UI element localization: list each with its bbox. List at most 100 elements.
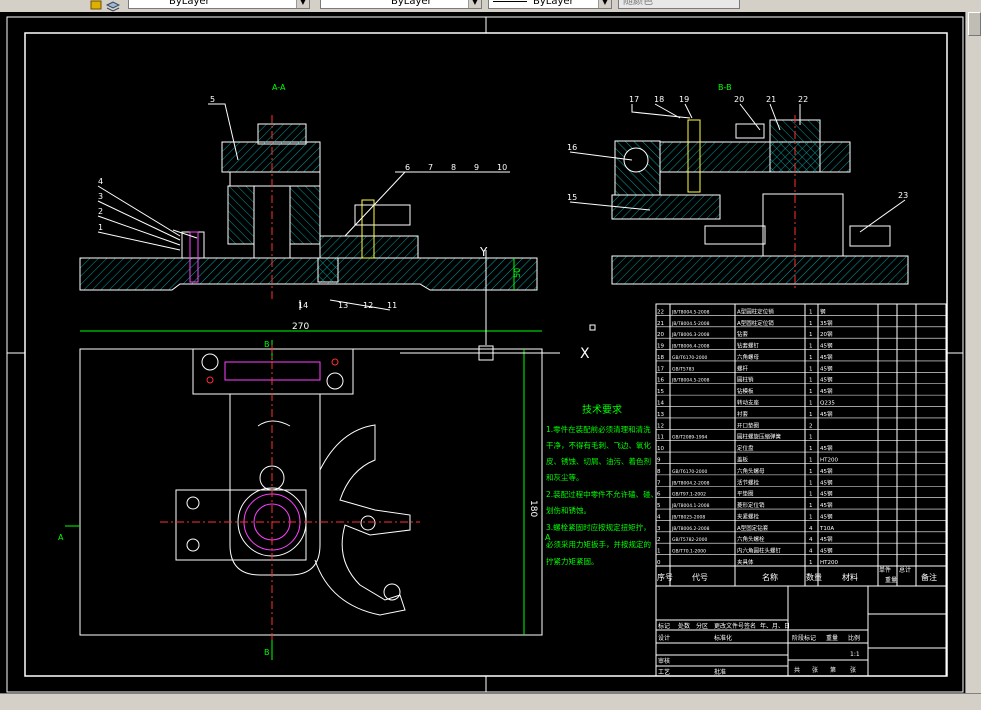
bom-cell: 20钢 <box>820 330 833 338</box>
bom-cell: 7 <box>657 480 661 486</box>
a-spring <box>317 257 339 283</box>
bom-h-code: 代号 <box>692 572 708 582</box>
tech-title: 技术要求 <box>582 403 622 416</box>
bom-cell: JB/T8006.4-2008 <box>671 344 710 350</box>
bom-cell: A型圆柱定位销 <box>737 319 774 327</box>
callout-18: 18 <box>654 95 664 104</box>
bom-cell: JB/T8004.1-2008 <box>671 503 710 509</box>
bom-cell: 18 <box>657 355 664 361</box>
lineweight-combo[interactable]: ByLayer ▼ <box>488 0 612 9</box>
callout-23: 23 <box>898 191 908 200</box>
tb-scale-value: 1:1 <box>850 651 860 658</box>
b-screw-head <box>735 123 765 139</box>
bom-h-no: 序号 <box>657 572 673 582</box>
bom-cell: 13 <box>657 412 664 418</box>
bom-cell: 夹紧螺栓 <box>737 512 760 520</box>
bom-cell: 9 <box>657 457 661 463</box>
tb-standard: 标准化 <box>714 634 732 642</box>
tb-process: 工艺 <box>658 668 670 676</box>
bom-cell: A型固定钻套 <box>737 524 769 532</box>
bom-cell: 活节螺栓 <box>737 478 760 486</box>
hole-tl <box>201 353 219 371</box>
bom-cell: 钢 <box>820 307 826 315</box>
bom-cell: 45钢 <box>820 478 833 486</box>
b-right-pin <box>849 225 891 247</box>
section-b-marker-top: B <box>264 340 270 349</box>
bom-cell: 5 <box>657 503 661 509</box>
bom-cell: 盖板 <box>737 455 749 463</box>
clamp-lever <box>257 420 291 427</box>
section-a-view: A-A 5 4 3 2 1 6 7 8 9 10 14 13 12 11 50 <box>79 83 538 311</box>
tb-sheet: 张 <box>850 666 856 674</box>
callout-15: 15 <box>567 193 577 202</box>
plotstyle-combo[interactable]: 随颜色 <box>618 0 740 9</box>
bom-cell: 3 <box>657 526 661 532</box>
bom-cell: 1 <box>809 366 813 372</box>
callout-20: 20 <box>734 95 744 104</box>
bill-of-materials: 22 JB/T8004.5-2008 A型圆柱定位销 1 钢21 JB/T8004.5-2… <box>655 303 947 587</box>
linetype-combo[interactable]: ByLayer ▼ <box>320 0 482 9</box>
bom-cell: 1 <box>657 549 661 555</box>
callout-13: 13 <box>338 301 348 310</box>
callout-17: 17 <box>629 95 639 104</box>
bom-cell: 10 <box>657 446 664 452</box>
linetype-combo-value: ByLayer <box>391 0 432 7</box>
bom-cell: 1 <box>809 514 813 520</box>
bom-cell: 钻套 <box>737 330 749 338</box>
bom-cell: 4 <box>809 526 813 532</box>
layer-state-icon[interactable] <box>90 0 102 10</box>
bom-h-qty: 数量 <box>806 572 822 582</box>
bom-cell: 定位盘 <box>737 444 754 452</box>
bom-cell: 45钢 <box>820 490 833 498</box>
top-bracket <box>192 348 354 395</box>
dim-height-value: 180 <box>528 500 538 517</box>
tech-line-9: 拧紧力矩紧固。 <box>546 556 599 566</box>
callout-3: 3 <box>98 192 103 201</box>
bom-cell: 1 <box>809 344 813 350</box>
bom-cell: GB/T5782-2000 <box>672 537 708 543</box>
horizontal-scrollbar[interactable] <box>0 693 981 710</box>
tb-count: 处数 <box>678 622 690 630</box>
svg-text:Y: Y <box>479 245 488 259</box>
drawing-canvas[interactable]: A-A 5 4 3 2 1 6 7 8 9 10 14 13 12 11 50 … <box>0 12 965 693</box>
scroll-thumb[interactable] <box>968 12 981 36</box>
bom-cell: 1 <box>809 469 813 475</box>
tb-review: 审核 <box>658 657 670 665</box>
bom-cell: JB/T8004.5-2008 <box>671 378 710 384</box>
section-b-label: B-B <box>718 83 732 92</box>
layers-icon[interactable] <box>105 0 121 12</box>
tb-approve: 批准 <box>714 668 726 676</box>
bom-cell: 夹具体 <box>737 558 754 566</box>
bom-cell: 2 <box>809 423 813 429</box>
tb-date: 年、月、日 <box>760 622 790 630</box>
vertical-scrollbar[interactable] <box>965 12 981 693</box>
plan-outline <box>79 348 543 636</box>
bom-cell: 1 <box>809 457 813 463</box>
tb-total: 共 <box>794 666 800 674</box>
tech-line-4: 和灰尘等。 <box>546 472 584 482</box>
bom-cell: 14 <box>657 401 664 407</box>
color-combo[interactable]: ByLayer ▼ <box>128 0 310 9</box>
bom-cell: 1 <box>809 309 813 315</box>
bom-cell: GB/T70.1-2000 <box>672 549 706 555</box>
bom-cell: 45钢 <box>820 342 833 350</box>
bom-cell: 11 <box>657 435 664 441</box>
bom-h-remark: 备注 <box>921 572 937 582</box>
chevron-down-icon[interactable]: ▼ <box>598 0 611 8</box>
tb-change-doc: 更改文件号 <box>714 622 744 630</box>
bom-cell: 35钢 <box>820 319 833 327</box>
bom-cell: 1 <box>809 378 813 384</box>
chevron-down-icon[interactable]: ▼ <box>468 0 481 8</box>
callout-2: 2 <box>98 207 103 216</box>
a-clamp-arm <box>319 235 419 259</box>
bom-cell: 1 <box>809 560 813 566</box>
tech-line-2: 干净，不得有毛刺、飞边、氧化 <box>546 440 651 450</box>
chevron-down-icon[interactable]: ▼ <box>296 0 309 8</box>
tech-line-6: 划伤和锈蚀。 <box>546 505 591 515</box>
bom-h-unit: 单件 <box>879 566 891 574</box>
bom-cell: 4 <box>657 514 661 520</box>
bom-cell: GB/T6170-2000 <box>672 355 708 361</box>
bom-h-material: 材料 <box>842 572 858 582</box>
bom-cell: GB/T2089-1994 <box>672 435 708 441</box>
color-combo-value: ByLayer <box>169 0 210 7</box>
